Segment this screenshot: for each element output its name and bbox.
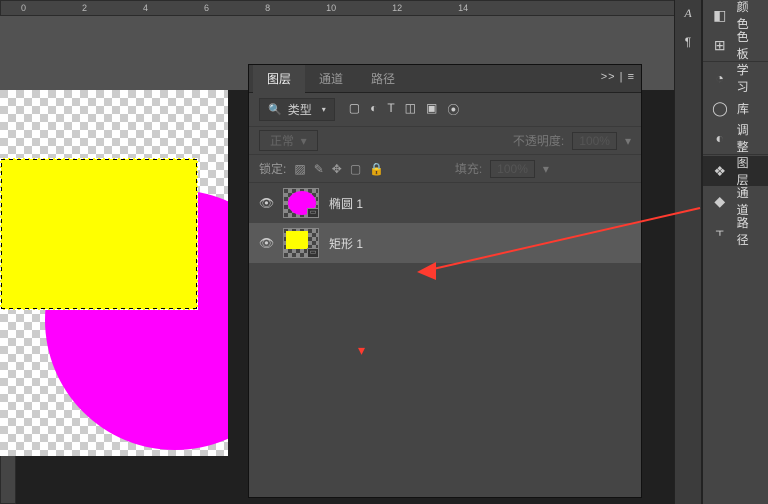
dock-icon: ◆	[711, 192, 729, 210]
lock-position-icon[interactable]: ✥	[332, 162, 342, 176]
dock-icon: ◯	[711, 99, 729, 117]
lock-label: 锁定:	[259, 160, 286, 177]
panel-menu-icon[interactable]: >> | ≡	[601, 71, 635, 83]
tab-layers[interactable]: 图层	[253, 65, 305, 93]
tab-channels[interactable]: 通道	[305, 65, 357, 93]
dock-item-路径[interactable]: ⫟ 路径	[703, 216, 768, 246]
tab-paths[interactable]: 路径	[357, 65, 409, 93]
blend-row: 正常 ▾ 不透明度: 100% ▾	[249, 127, 641, 155]
annotation-marker-icon: ▾	[358, 342, 365, 359]
lock-transparent-icon[interactable]: ▨	[294, 162, 305, 176]
dock-item-颜色[interactable]: ◧颜色	[703, 0, 768, 30]
layers-panel: 图层 通道 路径 >> | ≡ 🔍 类型 ▾ ▢ ◐ T ◫ ▣ ⦿ 正常 ▾ …	[248, 64, 642, 498]
character-panel-icon[interactable]: A	[684, 6, 691, 21]
right-panel-dock: ◧颜色⊞色板◔学习◯库◐调整❖图层◆通道⫟路径	[702, 0, 768, 504]
dock-icon: ⊞	[711, 36, 729, 54]
dock-label: 图层	[737, 154, 760, 188]
dock-item-调整[interactable]: ◐ 调整	[703, 123, 768, 153]
layer-thumbnail[interactable]: ▭	[283, 188, 319, 218]
dock-label: 色板	[737, 28, 760, 62]
filter-pixel-icon[interactable]: ▢	[349, 101, 360, 118]
filter-type-icon[interactable]: T	[387, 101, 394, 118]
opacity-value[interactable]: 100%	[572, 132, 617, 150]
shape-badge-icon: ▭	[307, 208, 319, 218]
shape-badge-icon: ▭	[307, 248, 319, 258]
lock-pixels-icon[interactable]: ✎	[314, 162, 324, 176]
layer-row-ellipse[interactable]: 👁 ▭ 椭圆 1	[249, 183, 641, 223]
dock-icon: ◧	[711, 6, 729, 24]
layer-filter-row: 🔍 类型 ▾ ▢ ◐ T ◫ ▣ ⦿	[249, 93, 641, 127]
dock-icon: ❖	[711, 162, 729, 180]
filter-toggle-icon[interactable]: ⦿	[447, 101, 459, 118]
filter-type-select[interactable]: 🔍 类型 ▾	[259, 98, 335, 121]
chevron-down-icon[interactable]: ▾	[625, 134, 631, 148]
dock-item-通道[interactable]: ◆ 通道	[703, 186, 768, 216]
visibility-icon[interactable]: 👁	[259, 236, 273, 250]
layer-name[interactable]: 椭圆 1	[329, 195, 363, 212]
visibility-icon[interactable]: 👁	[259, 196, 273, 210]
horizontal-ruler: 02468101214	[0, 0, 768, 16]
layer-thumbnail[interactable]: ▭	[283, 228, 319, 258]
dock-item-图层[interactable]: ❖ 图层	[703, 156, 768, 186]
search-icon: 🔍	[268, 103, 282, 116]
dock-label: 调整	[737, 121, 760, 155]
collapsed-panel-strip: A ¶	[674, 0, 702, 504]
fill-label: 填充:	[455, 160, 482, 177]
filter-adjust-icon[interactable]: ◐	[370, 101, 377, 118]
blend-mode-select[interactable]: 正常 ▾	[259, 130, 318, 151]
dock-label: 库	[737, 100, 749, 117]
marquee-selection	[0, 158, 198, 310]
layer-name[interactable]: 矩形 1	[329, 235, 363, 252]
paragraph-panel-icon[interactable]: ¶	[685, 35, 691, 49]
filter-type-label: 类型	[288, 101, 312, 118]
dock-item-学习[interactable]: ◔ 学习	[703, 63, 768, 93]
dock-item-色板[interactable]: ⊞ 色板	[703, 30, 768, 60]
dock-label: 通道	[737, 184, 760, 218]
dock-icon: ◐	[711, 129, 729, 147]
dock-icon: ◔	[711, 69, 729, 87]
dock-item-库[interactable]: ◯库	[703, 93, 768, 123]
chevron-down-icon: ▾	[322, 105, 326, 114]
filter-smart-icon[interactable]: ▣	[426, 101, 437, 118]
lock-all-icon[interactable]: 🔒	[369, 162, 384, 176]
canvas[interactable]	[0, 90, 228, 456]
dock-label: 路径	[737, 214, 760, 248]
opacity-label: 不透明度:	[513, 132, 564, 149]
lock-row: 锁定: ▨ ✎ ✥ ▢ 🔒 填充: 100% ▾	[249, 155, 641, 183]
filter-shape-icon[interactable]: ◫	[405, 101, 416, 118]
dock-icon: ⫟	[711, 222, 729, 240]
fill-value[interactable]: 100%	[490, 160, 535, 178]
layer-row-rectangle[interactable]: 👁 ▭ 矩形 1	[249, 223, 641, 263]
dock-label: 学习	[737, 61, 760, 95]
lock-artboard-icon[interactable]: ▢	[350, 162, 361, 176]
chevron-down-icon[interactable]: ▾	[543, 162, 549, 176]
